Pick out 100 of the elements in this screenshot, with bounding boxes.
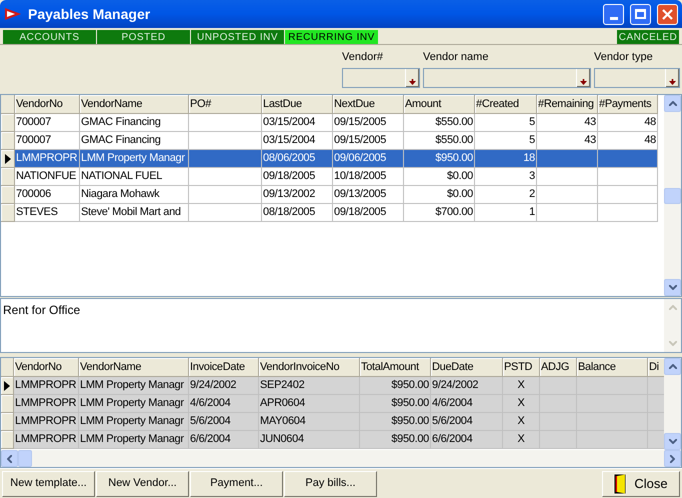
table-cell: 18	[475, 150, 537, 168]
column-header[interactable]: Di	[648, 358, 664, 377]
table-cell: 700006	[15, 186, 80, 204]
column-header[interactable]: PSTD	[503, 358, 540, 377]
table-cell: 08/06/2005	[262, 150, 333, 168]
column-header[interactable]: VendorName	[79, 358, 189, 377]
table-cell	[648, 413, 664, 431]
table-cell: 09/13/2002	[262, 186, 333, 204]
table-cell: 6/6/2004	[431, 431, 503, 449]
column-header[interactable]: TotalAmount	[360, 358, 431, 377]
table-cell: $950.00	[360, 431, 431, 449]
column-header[interactable]: PO#	[189, 95, 262, 114]
minimize-button[interactable]	[603, 4, 624, 24]
vertical-scrollbar[interactable]	[664, 358, 681, 450]
column-header[interactable]: VendorName	[80, 95, 189, 114]
action-button[interactable]: New template...	[2, 470, 95, 496]
table-cell	[648, 395, 664, 413]
row-indicator[interactable]	[1, 150, 15, 168]
tab[interactable]: POSTED	[97, 30, 190, 44]
scroll-thumb[interactable]	[18, 450, 32, 467]
action-button[interactable]: Payment...	[190, 470, 283, 496]
table-cell: 48	[598, 132, 658, 150]
scroll-thumb[interactable]	[664, 188, 681, 204]
table-cell: 09/13/2005	[333, 186, 404, 204]
current-row-icon	[4, 380, 10, 390]
table-cell: 03/15/2004	[262, 132, 333, 150]
vendor-filter-dropdown[interactable]	[594, 68, 680, 88]
table-cell: LMMPROPR	[14, 413, 79, 431]
table-cell: GMAC Financing	[80, 132, 189, 150]
vendor-filter-dropdown[interactable]	[423, 68, 591, 88]
table-cell: LMMPROPR	[14, 377, 79, 395]
table-cell: 09/15/2005	[333, 114, 404, 132]
action-button[interactable]: Pay bills...	[284, 470, 377, 496]
table-cell: 43	[537, 132, 598, 150]
scroll-left-button[interactable]	[1, 450, 18, 467]
maximize-button[interactable]	[630, 4, 651, 24]
table-cell	[540, 377, 577, 395]
table-cell	[598, 168, 658, 186]
table-cell: $950.00	[404, 150, 475, 168]
column-header[interactable]: ADJG	[540, 358, 577, 377]
table-cell: Steve' Mobil Mart and	[80, 204, 189, 222]
vendor-filter-dropdown[interactable]	[342, 68, 420, 88]
column-header[interactable]: LastDue	[262, 95, 333, 114]
tab[interactable]: CANCELED	[617, 30, 679, 44]
column-header[interactable]: InvoiceDate	[189, 358, 259, 377]
vertical-scrollbar[interactable]	[664, 95, 681, 296]
table-cell: NATIONAL FUEL	[80, 168, 189, 186]
chevron-right-icon	[670, 454, 675, 463]
column-header[interactable]: Amount	[404, 95, 475, 114]
scroll-down-button[interactable]	[664, 279, 681, 296]
dropdown-arrow-icon	[669, 79, 676, 85]
table-cell: LMMPROPR	[14, 395, 79, 413]
tab[interactable]: RECURRING INV	[285, 30, 378, 44]
table-cell	[648, 431, 664, 449]
chevron-up-icon	[668, 101, 676, 106]
table-cell: 48	[598, 114, 658, 132]
close-icon	[662, 8, 673, 20]
column-header[interactable]: VendorInvoiceNo	[259, 358, 360, 377]
table-cell	[598, 204, 658, 222]
table-cell: X	[503, 395, 540, 413]
table-cell: $550.00	[404, 132, 475, 150]
table-cell: 3	[475, 168, 537, 186]
field-label: Vendor#	[342, 50, 384, 64]
table-cell: MAY0604	[259, 413, 360, 431]
table-cell: 09/18/2005	[262, 168, 333, 186]
action-button[interactable]: New Vendor...	[96, 470, 189, 496]
table-cell: 09/18/2005	[333, 204, 404, 222]
table-cell: X	[503, 377, 540, 395]
table-cell: Niagara Mohawk	[80, 186, 189, 204]
scroll-up-button[interactable]	[664, 95, 681, 112]
table-cell	[598, 186, 658, 204]
column-header[interactable]: VendorNo	[14, 358, 79, 377]
scroll-right-button[interactable]	[664, 450, 681, 467]
current-row-icon	[4, 154, 10, 164]
table-cell: LMM Property Managr	[79, 413, 189, 431]
table-cell: 09/15/2005	[333, 132, 404, 150]
table-cell	[577, 431, 648, 449]
table-cell	[577, 377, 648, 395]
close-window-button[interactable]	[657, 4, 678, 24]
dropdown-arrow-icon	[580, 79, 587, 85]
chevron-down-icon	[668, 285, 676, 290]
tab[interactable]: UNPOSTED INV	[191, 30, 284, 44]
table-cell: APR0604	[259, 395, 360, 413]
tab[interactable]: ACCOUNTS	[3, 30, 96, 44]
column-header[interactable]: #Payments	[598, 95, 658, 114]
horizontal-scrollbar[interactable]	[1, 450, 681, 467]
table-cell: X	[503, 431, 540, 449]
column-header[interactable]: NextDue	[333, 95, 404, 114]
scroll-up-button[interactable]	[664, 358, 681, 375]
column-header[interactable]: #Remaining	[537, 95, 598, 114]
column-header[interactable]: DueDate	[431, 358, 503, 377]
column-header[interactable]: Balance	[577, 358, 648, 377]
row-indicator[interactable]	[1, 377, 14, 395]
table-cell: $950.00	[360, 413, 431, 431]
table-cell: 5	[475, 132, 537, 150]
table-cell: 09/06/2005	[333, 150, 404, 168]
column-header[interactable]: #Created	[475, 95, 537, 114]
column-header[interactable]: VendorNo	[15, 95, 80, 114]
close-button[interactable]: Close	[602, 470, 680, 496]
scroll-down-button[interactable]	[664, 433, 681, 450]
